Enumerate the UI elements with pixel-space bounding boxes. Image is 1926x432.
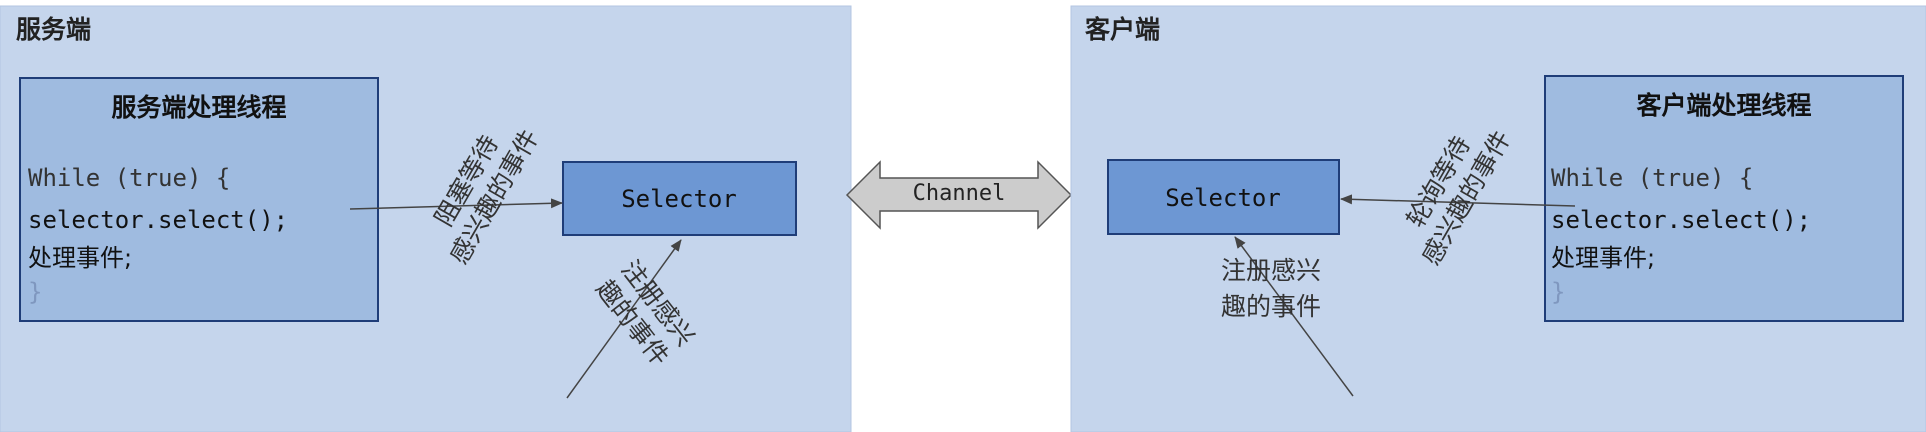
client-selector-label: Selector [1165, 184, 1281, 212]
client-title: 客户端 [1085, 15, 1160, 44]
server-code-line-3: 处理事件; [28, 244, 132, 272]
server-code-line-1: While (true) { [28, 164, 230, 192]
server-selector-label: Selector [621, 185, 737, 213]
server-code-line-4: } [28, 278, 42, 306]
diagram-canvas: 服务端 服务端处理线程 While (true) { selector.sele… [0, 5, 1926, 432]
server-code-line-2: selector.select(); [28, 206, 288, 234]
nio-diagram: 服务端 服务端处理线程 While (true) { selector.sele… [0, 0, 1926, 432]
client-code-line-3: 处理事件; [1551, 244, 1655, 272]
client-register-label-line-2: 趣的事件 [1221, 292, 1321, 321]
client-code-line-4: } [1551, 278, 1565, 306]
client-thread-title: 客户端处理线程 [1636, 91, 1811, 120]
client-code-line-1: While (true) { [1551, 164, 1753, 192]
server-title: 服务端 [16, 15, 91, 44]
client-code-line-2: selector.select(); [1551, 206, 1811, 234]
client-register-label-line-1: 注册感兴 [1221, 256, 1321, 285]
channel-label: Channel [913, 181, 1006, 206]
server-thread-title: 服务端处理线程 [111, 93, 286, 122]
